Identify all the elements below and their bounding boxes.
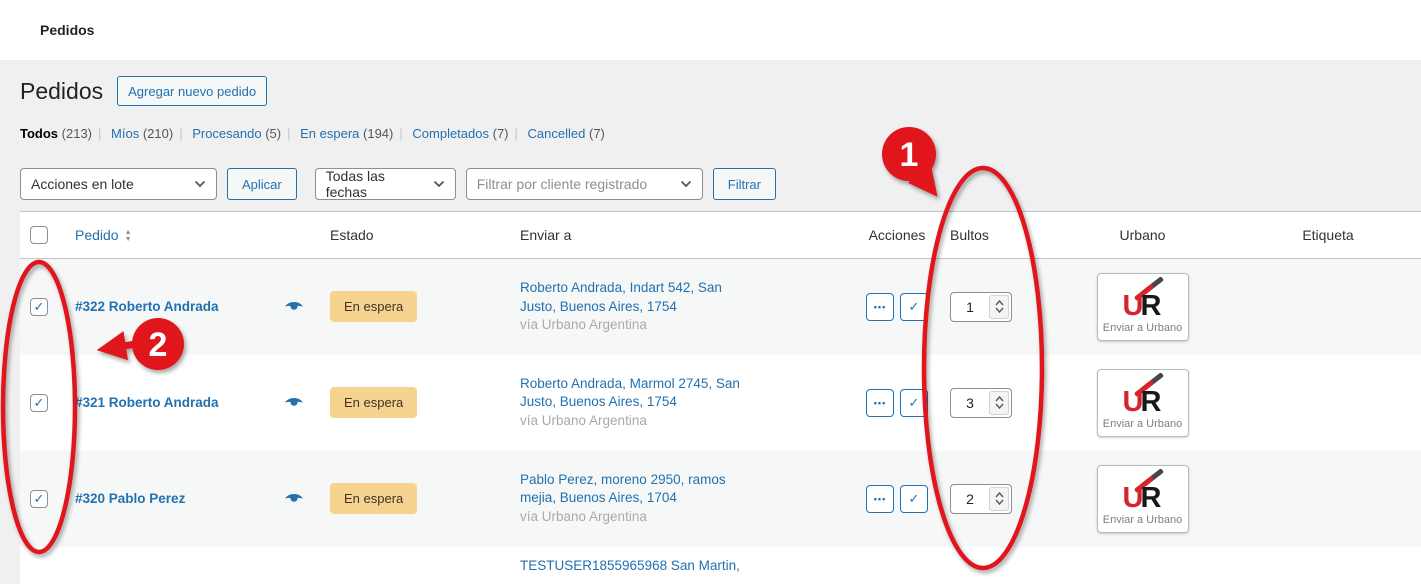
filter-mios[interactable]: Míos (210) <box>111 126 173 141</box>
bultos-stepper[interactable] <box>950 484 1012 514</box>
spinner-arrows-icon[interactable] <box>989 295 1009 319</box>
bulk-actions-select[interactable]: Acciones en lote <box>20 168 217 200</box>
spinner-arrows-icon[interactable] <box>989 487 1009 511</box>
orders-table: Pedido ▲▼ Estado Enviar a Acciones Bultos… <box>20 211 1421 584</box>
page-heading-row: Pedidos Agregar nuevo pedido <box>20 76 1421 106</box>
select-all-checkbox[interactable] <box>30 226 48 244</box>
complete-action-button[interactable]: ✓ <box>900 485 928 513</box>
ship-address-link[interactable]: Pablo Perez, moreno 2950, ramos <box>520 472 726 487</box>
top-admin-bar: Pedidos <box>0 0 1421 60</box>
table-row: ✓ #320 Pablo Perez En espera Pablo Perez… <box>20 451 1421 547</box>
ship-address-link[interactable]: Justo, Buenos Aires, 1754 <box>520 394 677 409</box>
table-header-row: Pedido ▲▼ Estado Enviar a Acciones Bultos… <box>20 212 1421 259</box>
customer-filter-select[interactable]: Filtrar por cliente registrado <box>466 168 703 200</box>
chevron-down-icon <box>433 180 445 188</box>
sort-arrows-icon[interactable]: ▲▼ <box>125 230 132 243</box>
etiqueta-cell <box>1235 451 1421 547</box>
status-badge: En espera <box>330 291 417 322</box>
row-checkbox[interactable]: ✓ <box>30 490 48 508</box>
bultos-input[interactable] <box>953 491 987 507</box>
preview-eye-icon[interactable] <box>284 396 304 409</box>
order-link[interactable]: #321 Roberto Andrada <box>75 395 219 410</box>
urbano-logo-icon: UR <box>1115 375 1171 417</box>
filter-button[interactable]: Filtrar <box>713 168 776 200</box>
header-estado: Estado <box>318 212 508 259</box>
header-urbano: Urbano <box>1050 212 1235 259</box>
bultos-stepper[interactable] <box>950 388 1012 418</box>
urbano-logo-icon: UR <box>1115 279 1171 321</box>
add-order-button[interactable]: Agregar nuevo pedido <box>117 76 267 106</box>
etiqueta-cell <box>1235 355 1421 451</box>
table-row: ✓ #322 Roberto Andrada En espera Roberto… <box>20 259 1421 355</box>
table-row: ✓ #321 Roberto Andrada En espera Roberto… <box>20 355 1421 451</box>
filter-en-espera[interactable]: En espera (194) <box>300 126 393 141</box>
complete-action-button[interactable]: ✓ <box>900 293 928 321</box>
table-row: TESTUSER1855965968 San Martin, <box>20 547 1421 584</box>
ship-address-link[interactable]: TESTUSER1855965968 San Martin, <box>520 558 740 573</box>
more-actions-button[interactable]: ••• <box>866 485 894 513</box>
urbano-logo-icon: UR <box>1115 471 1171 513</box>
sort-by-order[interactable]: Pedido <box>75 227 119 243</box>
ship-address-link[interactable]: Roberto Andrada, Marmol 2745, San <box>520 376 740 391</box>
ship-address-link[interactable]: Roberto Andrada, Indart 542, San <box>520 280 722 295</box>
bultos-stepper[interactable] <box>950 292 1012 322</box>
spinner-arrows-icon[interactable] <box>989 391 1009 415</box>
header-acciones: Acciones <box>858 212 936 259</box>
shipping-method: vía Urbano Argentina <box>520 412 858 431</box>
order-link[interactable]: #322 Roberto Andrada <box>75 299 219 314</box>
dates-select[interactable]: Todas las fechas <box>315 168 456 200</box>
filter-completados[interactable]: Completados (7) <box>412 126 508 141</box>
send-to-urbano-button[interactable]: UR Enviar a Urbano <box>1097 465 1189 533</box>
bultos-input[interactable] <box>953 395 987 411</box>
send-to-urbano-button[interactable]: UR Enviar a Urbano <box>1097 273 1189 341</box>
etiqueta-cell <box>1235 259 1421 355</box>
admin-bar-title: Pedidos <box>40 22 94 38</box>
more-actions-button[interactable]: ••• <box>866 293 894 321</box>
filter-todos[interactable]: Todos (213) <box>20 126 92 141</box>
order-link[interactable]: #320 Pablo Perez <box>75 491 185 506</box>
header-etiqueta: Etiqueta <box>1235 212 1421 259</box>
row-checkbox[interactable]: ✓ <box>30 298 48 316</box>
complete-action-button[interactable]: ✓ <box>900 389 928 417</box>
ship-address-link[interactable]: Justo, Buenos Aires, 1754 <box>520 299 677 314</box>
header-enviar-a: Enviar a <box>508 212 858 259</box>
apply-button[interactable]: Aplicar <box>227 168 297 200</box>
chevron-down-icon <box>194 180 206 188</box>
shipping-method: vía Urbano Argentina <box>520 316 858 335</box>
send-to-urbano-button[interactable]: UR Enviar a Urbano <box>1097 369 1189 437</box>
more-actions-button[interactable]: ••• <box>866 389 894 417</box>
page-title: Pedidos <box>20 76 103 106</box>
chevron-down-icon <box>680 180 692 188</box>
status-badge: En espera <box>330 387 417 418</box>
preview-eye-icon[interactable] <box>284 300 304 313</box>
list-toolbar: Acciones en lote Aplicar Todas las fecha… <box>20 168 1421 200</box>
shipping-method: vía Urbano Argentina <box>520 508 858 527</box>
bultos-input[interactable] <box>953 299 987 315</box>
header-bultos: Bultos <box>936 212 1050 259</box>
preview-eye-icon[interactable] <box>284 492 304 505</box>
filter-cancelled[interactable]: Cancelled (7) <box>528 126 605 141</box>
status-filter-list: Todos (213)| Míos (210)| Procesando (5)|… <box>20 126 1421 141</box>
row-checkbox[interactable]: ✓ <box>30 394 48 412</box>
ship-address-link[interactable]: mejia, Buenos Aires, 1704 <box>520 490 677 505</box>
filter-procesando[interactable]: Procesando (5) <box>192 126 281 141</box>
status-badge: En espera <box>330 483 417 514</box>
